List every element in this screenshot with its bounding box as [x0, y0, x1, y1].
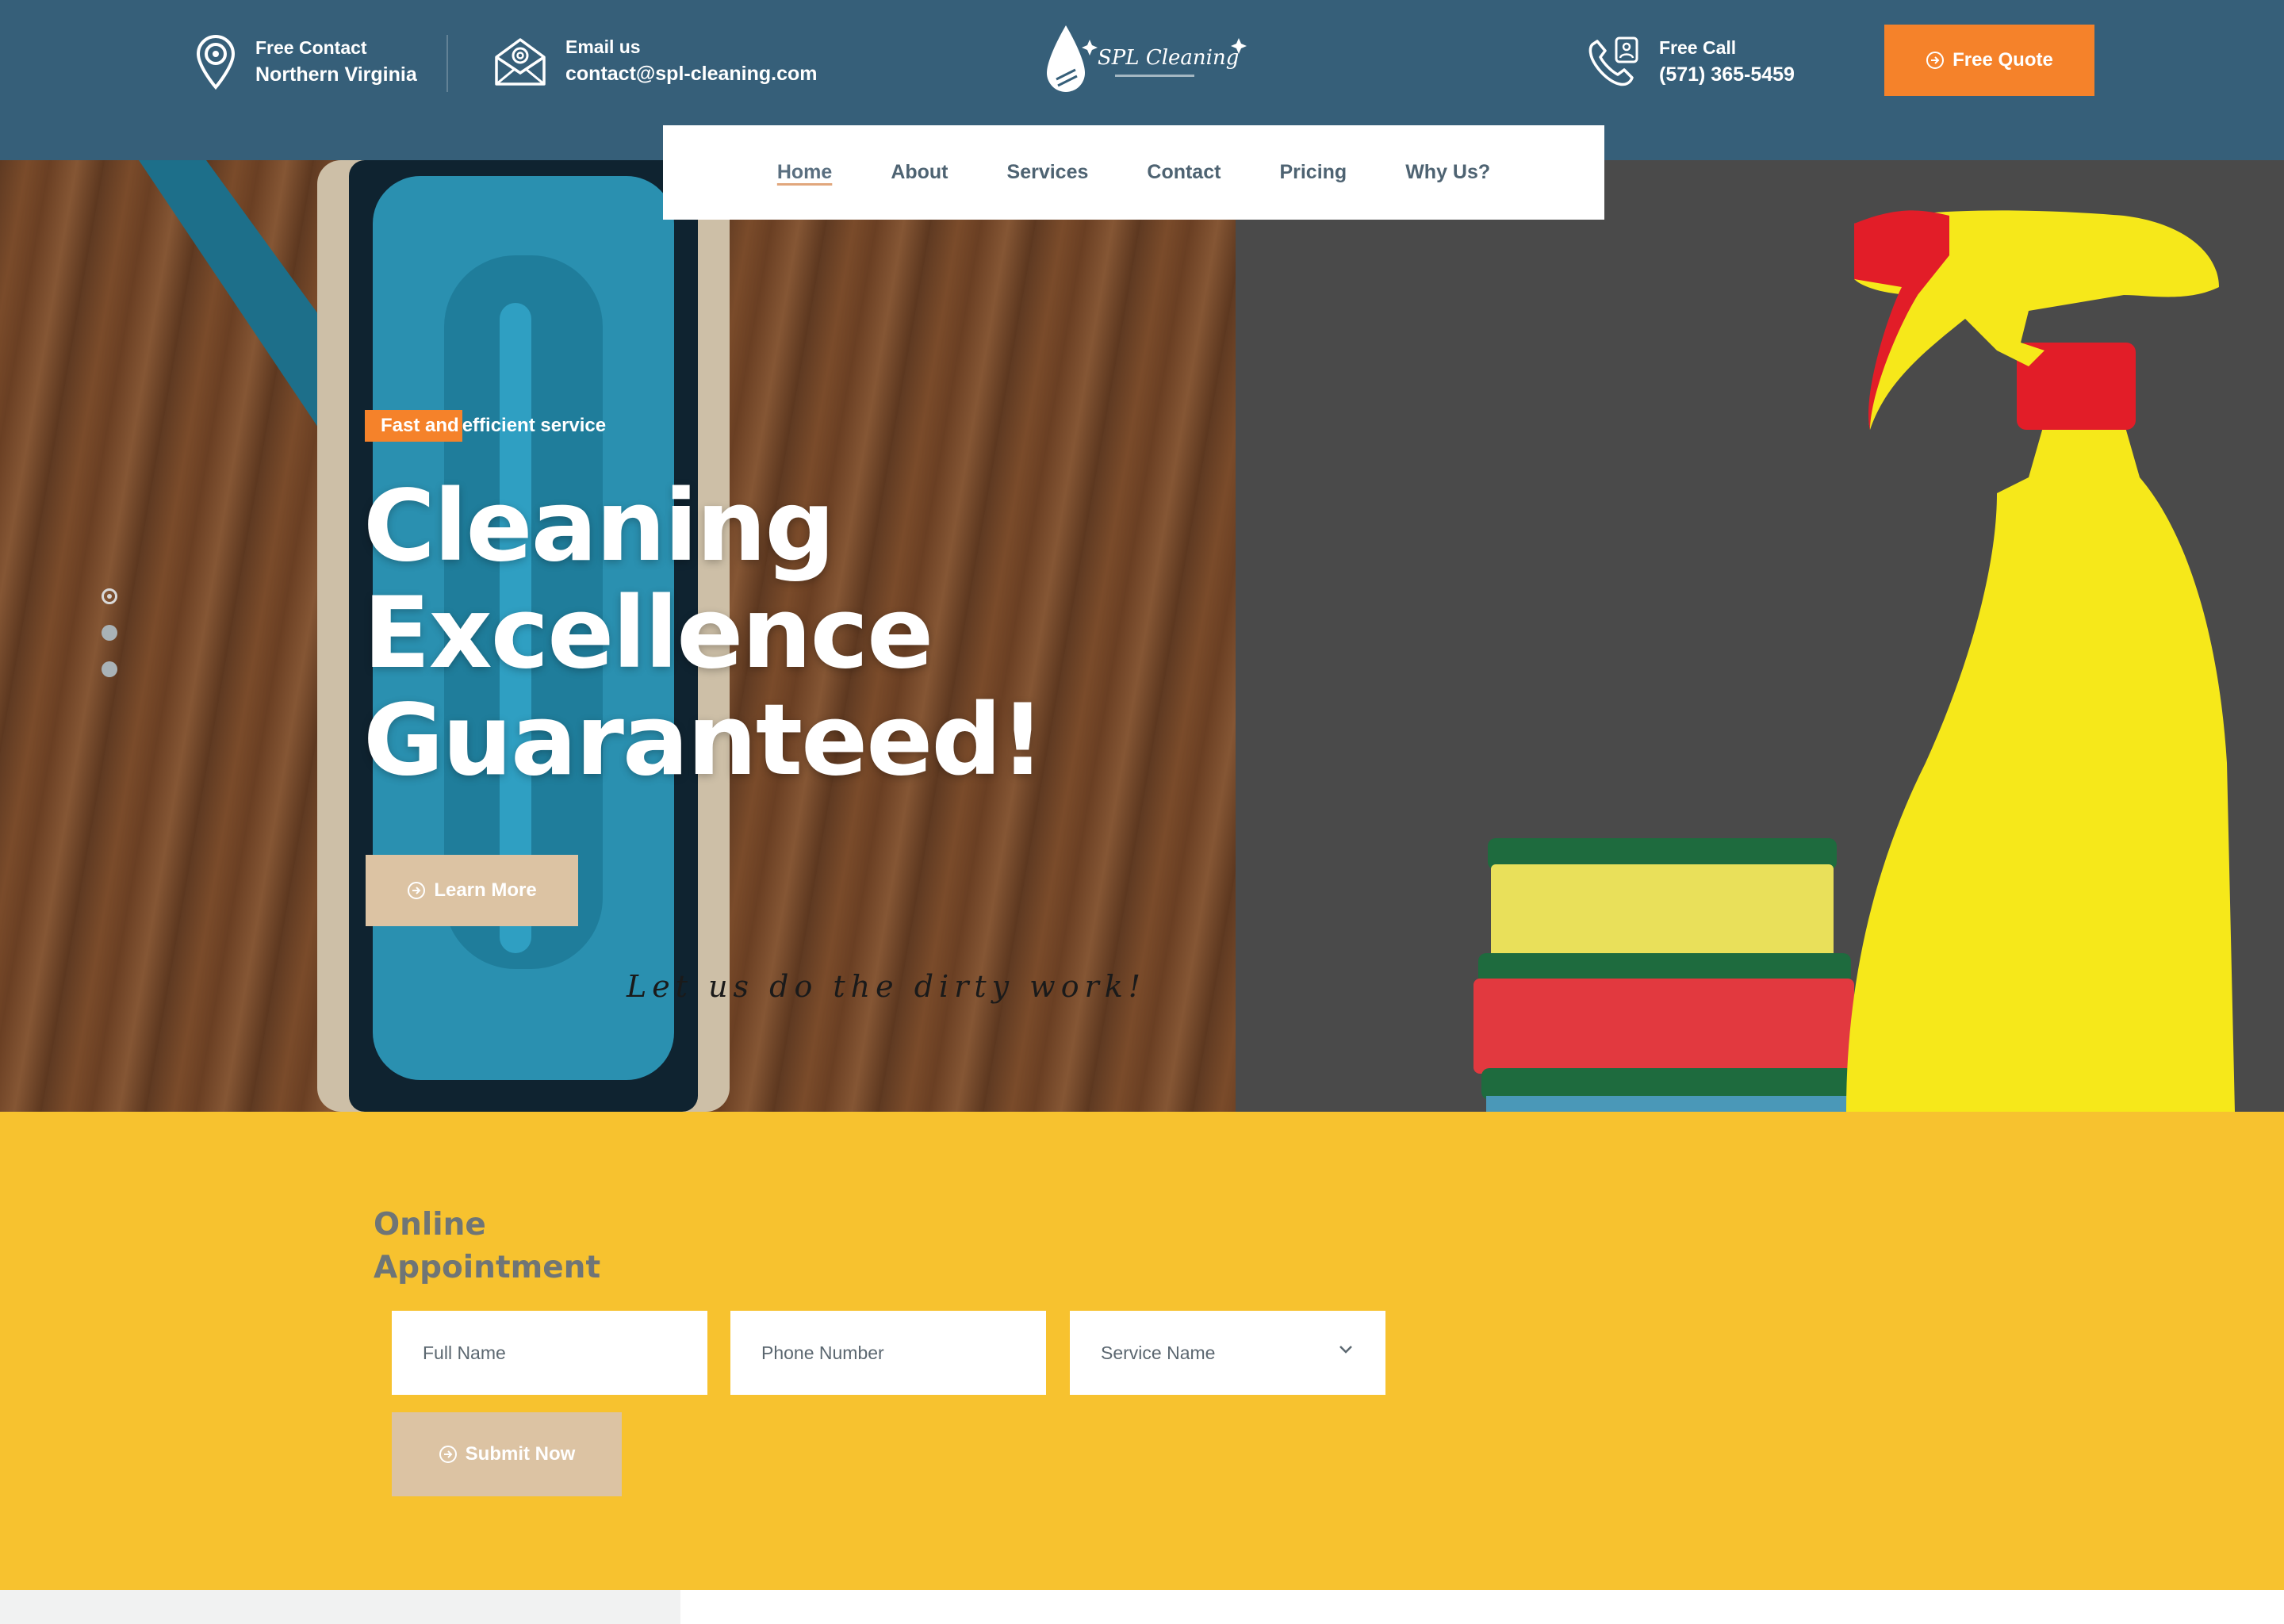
next-section-right: [680, 1590, 2284, 1624]
nav-services[interactable]: Services: [1007, 161, 1089, 184]
contact-phone[interactable]: Free Call (571) 365-5459: [1585, 33, 1795, 90]
phone-number-input[interactable]: Phone Number: [730, 1311, 1046, 1395]
location-pin-icon: [196, 35, 236, 90]
phone-icon: [1588, 36, 1638, 86]
email-title: Email us: [565, 36, 641, 58]
sparkle-icon: [1231, 38, 1247, 54]
water-drop-icon: [1047, 25, 1098, 92]
hero-image-cleaning-supplies: [1236, 160, 2284, 1112]
submit-now-label: Submit Now: [465, 1443, 576, 1465]
contact-location: Free Contact Northern Virginia: [194, 33, 417, 90]
location-title: Free Contact: [255, 37, 367, 59]
nav-why-us[interactable]: Why Us?: [1405, 161, 1490, 184]
nav-contact[interactable]: Contact: [1147, 161, 1221, 184]
next-section-left: [0, 1590, 680, 1624]
nav-about[interactable]: About: [891, 161, 948, 184]
learn-more-label: Learn More: [434, 879, 537, 901]
service-name-select[interactable]: Service Name: [1070, 1311, 1385, 1395]
main-nav: Home About Services Contact Pricing Why …: [663, 125, 1604, 220]
hero-title-line: Excellence: [363, 576, 933, 691]
arrow-circle-icon: [1926, 52, 1945, 69]
slider-dot[interactable]: [102, 625, 117, 641]
envelope-icon: [495, 38, 546, 86]
appointment-section: Online Appointment Full Name Phone Numbe…: [0, 1112, 2284, 1590]
service-name-value: Service Name: [1101, 1342, 1216, 1363]
hero-badge-rest: efficient service: [462, 415, 607, 436]
arrow-circle-icon: [439, 1446, 457, 1463]
full-name-input[interactable]: Full Name: [392, 1311, 707, 1395]
appointment-title: Online Appointment: [374, 1204, 600, 1289]
contact-email[interactable]: Email us contact@spl-cleaning.com: [492, 33, 818, 89]
site-logo[interactable]: SPL Cleaning: [1040, 24, 1255, 103]
submit-now-button[interactable]: Submit Now: [392, 1412, 622, 1496]
header-divider: [446, 35, 448, 92]
logo-subtitle-line: [1115, 75, 1194, 77]
logo-brand-text: SPL Cleaning: [1098, 46, 1240, 70]
appointment-title-line: Online: [374, 1207, 486, 1243]
hero-title: Cleaning Excellence Guaranteed!: [363, 469, 1045, 798]
slider-dot-active[interactable]: [102, 588, 117, 604]
arrow-circle-icon: [408, 882, 426, 899]
learn-more-button[interactable]: Learn More: [366, 855, 578, 926]
hero-title-line: Cleaning: [363, 469, 835, 584]
slider-dot[interactable]: [102, 661, 117, 677]
hero-badge-highlight: Fast and: [365, 410, 462, 442]
spray-and-sponges-illustration: [1473, 210, 2235, 1112]
phone-title: Free Call: [1659, 37, 1737, 59]
free-quote-label: Free Quote: [1953, 49, 2053, 71]
hero-title-line: Guaranteed!: [363, 684, 1045, 798]
hero-tagline: Let us do the dirty work!: [627, 969, 1147, 1004]
hero-badge: Fast and efficient service: [365, 409, 606, 442]
nav-pricing[interactable]: Pricing: [1279, 161, 1347, 184]
nav-home[interactable]: Home: [777, 161, 832, 184]
email-value[interactable]: contact@spl-cleaning.com: [565, 60, 818, 88]
phone-value[interactable]: (571) 365-5459: [1659, 61, 1795, 89]
appointment-title-line: Appointment: [374, 1250, 601, 1285]
chevron-down-icon: [1339, 1346, 1352, 1354]
free-quote-button[interactable]: Free Quote: [1884, 25, 2094, 96]
hero-slider: Fast and efficient service Cleaning Exce…: [0, 160, 2284, 1112]
location-value: Northern Virginia: [255, 63, 417, 86]
